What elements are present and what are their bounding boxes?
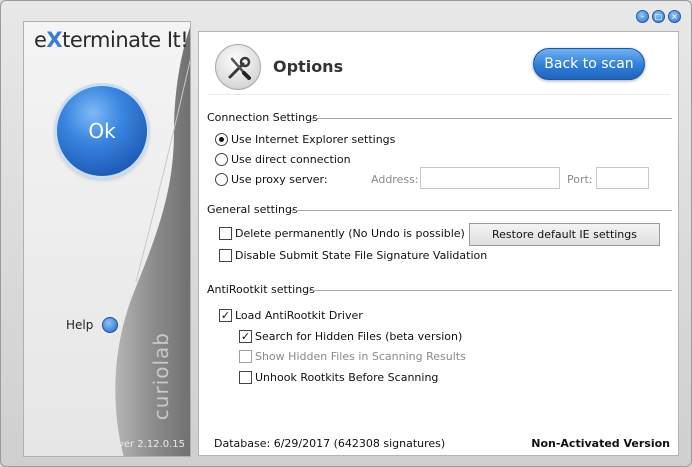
search-hidden-files-checkbox[interactable]: ✓ Search for Hidden Files (beta version) <box>239 330 462 343</box>
unhook-rootkits-checkbox[interactable]: Unhook Rootkits Before Scanning <box>239 371 438 384</box>
ok-button[interactable]: Ok <box>57 86 147 176</box>
help-icon[interactable] <box>102 317 118 333</box>
radio-button[interactable] <box>215 173 228 186</box>
general-settings-title: General settings <box>207 203 298 216</box>
app-logo: eXterminate It! <box>34 28 189 52</box>
address-field[interactable] <box>420 167 560 189</box>
radio-button[interactable] <box>215 153 228 166</box>
checkbox-label: Disable Submit State File Signature Vali… <box>235 249 488 262</box>
radio-label: Use direct connection <box>231 153 351 166</box>
load-antirootkit-checkbox[interactable]: ✓ Load AntiRootkit Driver <box>219 309 363 322</box>
port-label: Port: <box>567 173 593 186</box>
checkbox-label: Show Hidden Files in Scanning Results <box>255 350 466 363</box>
checkbox-label: Unhook Rootkits Before Scanning <box>255 371 439 384</box>
left-panel: eXterminate It! Ok Help curiolab ver 2.1… <box>23 21 191 457</box>
maximize-icon[interactable]: □ <box>652 10 665 23</box>
restore-ie-settings-button[interactable]: Restore default IE settings <box>469 223 660 246</box>
wrench-screwdriver-icon <box>215 44 261 90</box>
page-title: Options <box>273 57 344 76</box>
checkbox[interactable] <box>219 227 232 240</box>
options-panel: Options Back to scan Connection Settings… <box>198 31 679 456</box>
section-divider <box>311 118 672 119</box>
activation-status: Non-Activated Version <box>531 437 670 450</box>
version-label: ver 2.12.0.15 <box>117 439 185 450</box>
header-divider <box>207 94 670 95</box>
port-field[interactable] <box>596 167 649 189</box>
show-hidden-files-checkbox[interactable]: Show Hidden Files in Scanning Results <box>239 350 466 363</box>
database-status: Database: 6/29/2017 (642308 signatures) <box>214 437 446 450</box>
minimize-icon[interactable]: – <box>636 10 649 23</box>
section-divider <box>309 290 672 291</box>
radio-ie-settings[interactable]: Use Internet Explorer settings <box>215 133 395 146</box>
address-label: Address: <box>371 173 419 186</box>
section-divider <box>291 210 672 211</box>
window-controls: – □ × <box>636 10 681 23</box>
check-icon[interactable]: ✓ <box>239 330 252 343</box>
disable-signature-checkbox[interactable]: Disable Submit State File Signature Vali… <box>219 249 487 262</box>
back-to-scan-button[interactable]: Back to scan <box>533 48 645 80</box>
radio-label: Use Internet Explorer settings <box>231 133 396 146</box>
delete-permanently-checkbox[interactable]: Delete permanently (No Undo is possible) <box>219 227 465 240</box>
checkbox[interactable] <box>219 249 232 262</box>
checkbox[interactable] <box>239 350 252 363</box>
brand-watermark: curiolab <box>149 332 173 421</box>
connection-settings-title: Connection Settings <box>207 111 318 124</box>
app-window: – □ × eXterminate It! Ok Help curiolab v… <box>0 0 692 467</box>
radio-button[interactable] <box>215 133 228 146</box>
checkbox-label: Load AntiRootkit Driver <box>235 309 363 322</box>
checkbox[interactable] <box>239 371 252 384</box>
check-icon[interactable]: ✓ <box>219 309 232 322</box>
checkbox-label: Delete permanently (No Undo is possible) <box>235 227 465 240</box>
radio-label: Use proxy server: <box>231 173 328 186</box>
radio-proxy-server[interactable]: Use proxy server: <box>215 173 328 186</box>
help-label[interactable]: Help <box>66 318 93 332</box>
radio-direct-connection[interactable]: Use direct connection <box>215 153 351 166</box>
checkbox-label: Search for Hidden Files (beta version) <box>255 330 463 343</box>
close-icon[interactable]: × <box>668 10 681 23</box>
antirootkit-settings-title: AntiRootkit settings <box>207 283 315 296</box>
